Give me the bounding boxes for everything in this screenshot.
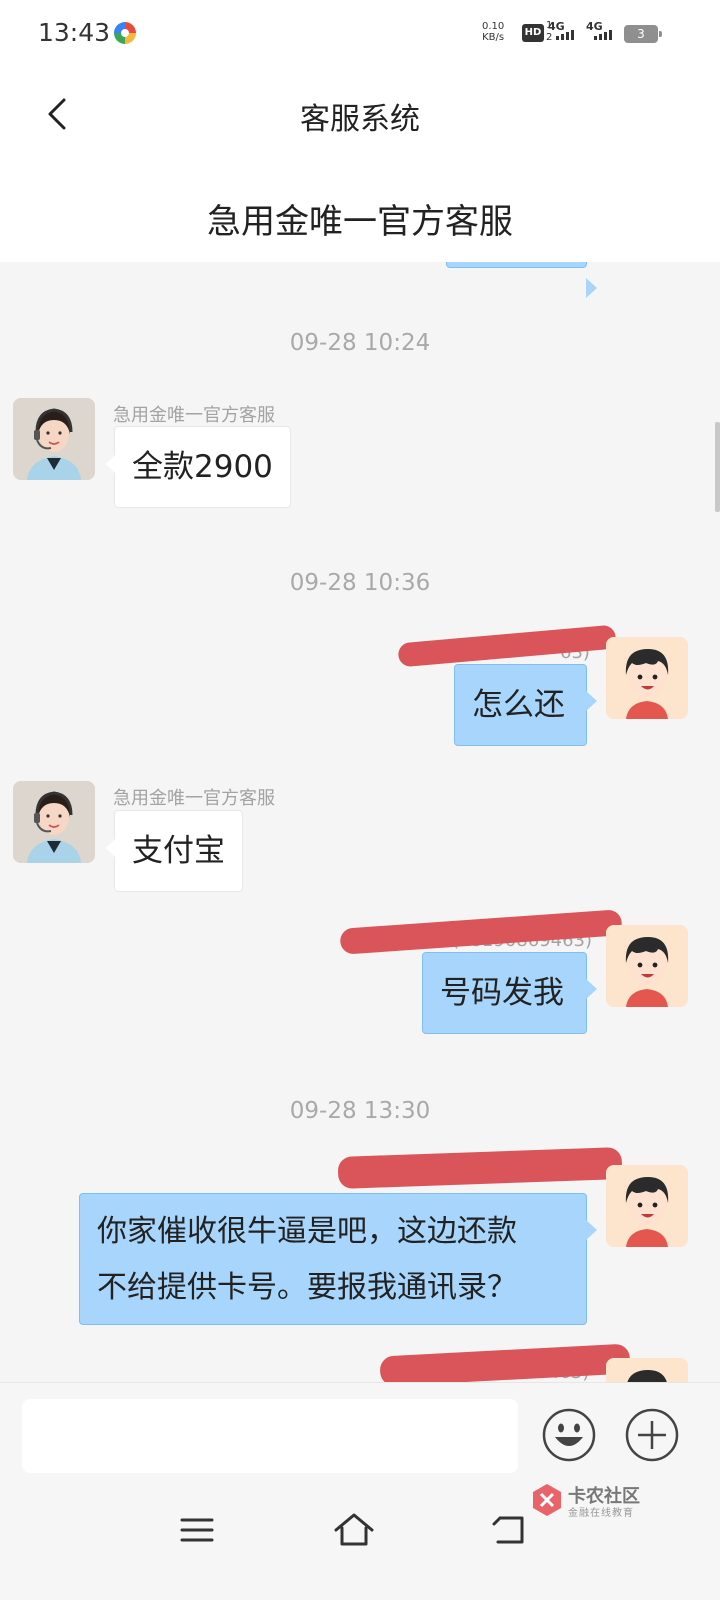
chat-title: 急用金唯一官方客服 (207, 202, 513, 242)
emoji-icon[interactable] (541, 1407, 597, 1463)
status-time: 13:43 (38, 18, 111, 47)
message-bubble[interactable]: 支付宝 (106, 810, 243, 892)
nav-header: 客服系统 (0, 64, 720, 164)
timestamp: 09-28 13:30 (289, 1098, 431, 1124)
network-speed-unit: KB/s (482, 32, 505, 43)
chat-title-bar: 急用金唯一官方客服 (0, 164, 720, 262)
sim2-label: 2 (546, 32, 553, 43)
chat-area[interactable]: 09-28 10:24 急用金唯一官方客服 全款2900 09-28 10:36… (0, 262, 720, 1412)
agent-avatar[interactable] (13, 398, 95, 480)
input-bar (0, 1382, 720, 1486)
return-icon[interactable] (490, 1508, 534, 1552)
user-avatar[interactable] (606, 1165, 688, 1247)
message-line: 你家催收很牛逼是吧，这边还款 (97, 1214, 517, 1249)
message-input[interactable] (22, 1399, 518, 1473)
message-bubble[interactable]: 号码发我 (422, 952, 597, 1034)
page-title: 客服系统 (300, 102, 420, 137)
timestamp: 09-28 10:24 (289, 330, 431, 356)
system-navigation-bar: 卡农社区 金融在线教育 (0, 1484, 720, 1600)
message-bubble[interactable]: 怎么还 (454, 664, 597, 746)
message-bubble[interactable]: 全款2900 (106, 426, 291, 508)
message-line: 不给提供卡号。要报我通讯录？ (97, 1270, 517, 1305)
user-avatar[interactable] (606, 637, 688, 719)
sender-name: 急用金唯一官方客服 (113, 788, 275, 809)
user-avatar[interactable] (606, 925, 688, 1007)
app-notification-icon (114, 22, 136, 44)
watermark-subtitle: 金融在线教育 (568, 1508, 634, 1519)
hd-voice-icon: HD (522, 24, 544, 42)
scrollbar[interactable] (715, 422, 720, 512)
redaction-mark (379, 1343, 631, 1387)
timestamp: 09-28 10:36 (289, 570, 431, 596)
network-speed-value: 0.10 (482, 21, 505, 32)
message-bubble[interactable]: 你家催收很牛逼是吧，这边还款 不给提供卡号。要报我通讯录？ (79, 1193, 597, 1325)
plus-icon[interactable] (624, 1407, 680, 1463)
battery-icon: 3 (624, 25, 662, 43)
message-bubble-partial (446, 262, 597, 298)
watermark-logo: 卡农社区 金融在线教育 (530, 1482, 650, 1522)
redaction-mark (337, 1147, 623, 1189)
network-speed: 0.10 KB/s (482, 21, 504, 43)
agent-avatar[interactable] (13, 781, 95, 863)
menu-icon[interactable] (175, 1508, 219, 1552)
home-icon[interactable] (332, 1508, 376, 1552)
status-bar: 13:43 0.10 KB/s HD 1 2 4G 4G 3 (0, 0, 720, 64)
sender-name: 急用金唯一官方客服 (113, 405, 275, 426)
